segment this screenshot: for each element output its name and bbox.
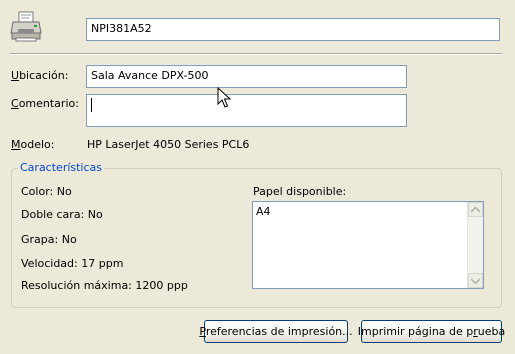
header-divider: [10, 53, 502, 55]
printer-name-value: NPI381A52: [91, 22, 152, 35]
location-field[interactable]: Sala Avance DPX-500: [86, 65, 407, 88]
mouse-pointer-icon: [217, 86, 232, 109]
staple-feature: Grapa: No: [21, 233, 77, 246]
print-test-page-button[interactable]: Imprimir página de prueba: [358, 320, 505, 343]
features-title: Características: [18, 161, 105, 174]
location-label: Ubicación:: [11, 69, 69, 82]
paper-list-item[interactable]: A4: [256, 205, 271, 218]
model-label: Modelo:: [11, 138, 55, 151]
paper-scrollbar[interactable]: [467, 202, 483, 288]
printing-preferences-label: Preferencias de impresión...: [199, 325, 353, 338]
location-value: Sala Avance DPX-500: [91, 69, 209, 82]
chevron-up-icon: [471, 206, 480, 213]
scroll-down-button[interactable]: [468, 273, 483, 288]
paper-available-label: Papel disponible:: [253, 185, 347, 198]
comment-label: Comentario:: [11, 97, 79, 110]
print-test-page-label: Imprimir página de prueba: [357, 325, 506, 338]
model-value: HP LaserJet 4050 Series PCL6: [87, 138, 250, 151]
comment-field[interactable]: [86, 94, 407, 127]
resolution-feature: Resolución máxima: 1200 ppp: [21, 279, 188, 292]
printer-name-field[interactable]: NPI381A52: [86, 18, 500, 41]
paper-listbox[interactable]: A4: [252, 201, 484, 289]
duplex-feature: Doble cara: No: [21, 208, 103, 221]
printer-icon: [10, 10, 44, 44]
text-caret: [91, 98, 92, 112]
chevron-down-icon: [471, 277, 480, 284]
scroll-up-button[interactable]: [468, 202, 483, 217]
color-feature: Color: No: [21, 185, 72, 198]
speed-feature: Velocidad: 17 ppm: [21, 257, 124, 270]
printing-preferences-button[interactable]: Preferencias de impresión...: [199, 320, 353, 343]
